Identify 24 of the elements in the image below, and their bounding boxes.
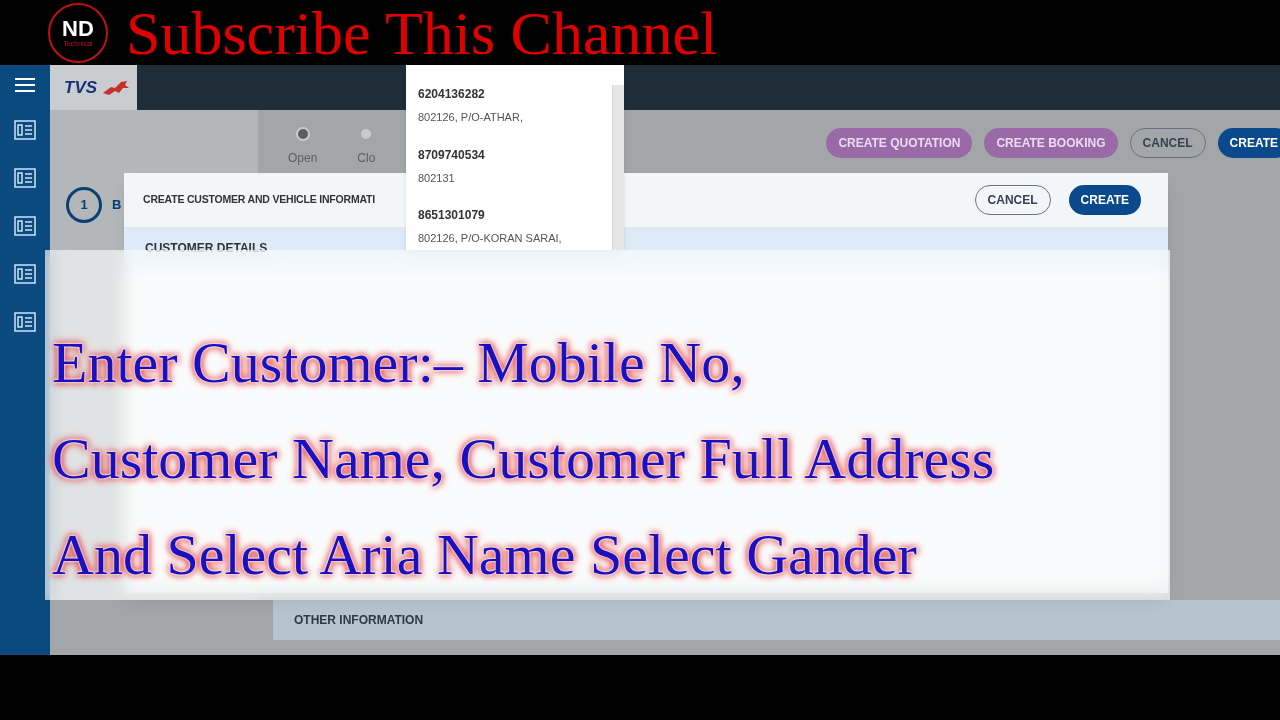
form-icon[interactable] (14, 167, 36, 189)
form-icon[interactable] (14, 215, 36, 237)
step-number: 1 (66, 187, 102, 223)
dialog-title: CREATE CUSTOMER AND VEHICLE INFORMATI (143, 192, 375, 208)
caption-line: And Select Aria Name Select Gander (52, 521, 918, 589)
section-title: CUSTOMER DETAILS (145, 240, 268, 257)
caption-line: Enter Customer:– Mobile No, (52, 329, 746, 397)
phone-number[interactable]: 8651301079 (418, 206, 612, 224)
banner-title: Subscribe This Channel (126, 1, 718, 64)
phone-number[interactable]: 6204136282 (418, 85, 612, 103)
form-icon[interactable] (14, 263, 36, 285)
step-label: B (112, 196, 122, 215)
create-button[interactable]: CREATE (1068, 185, 1141, 215)
menu-icon[interactable] (15, 77, 35, 93)
address-text: 802126, P/O-KORAN SARAI, (418, 231, 563, 246)
create-button[interactable]: CREATE (1217, 127, 1280, 158)
caption-line: Customer Name, Customer Full Address (52, 425, 995, 493)
brand-logo: TVS (64, 76, 98, 99)
section-title: OTHER INFORMATION (294, 612, 424, 629)
address-text: 802126, P/O-ATHAR, (418, 110, 524, 125)
phone-number[interactable]: 8709740534 (418, 145, 612, 164)
address-text: 802131 (418, 170, 456, 186)
form-icon[interactable] (14, 119, 36, 141)
form-icon[interactable] (14, 311, 36, 333)
